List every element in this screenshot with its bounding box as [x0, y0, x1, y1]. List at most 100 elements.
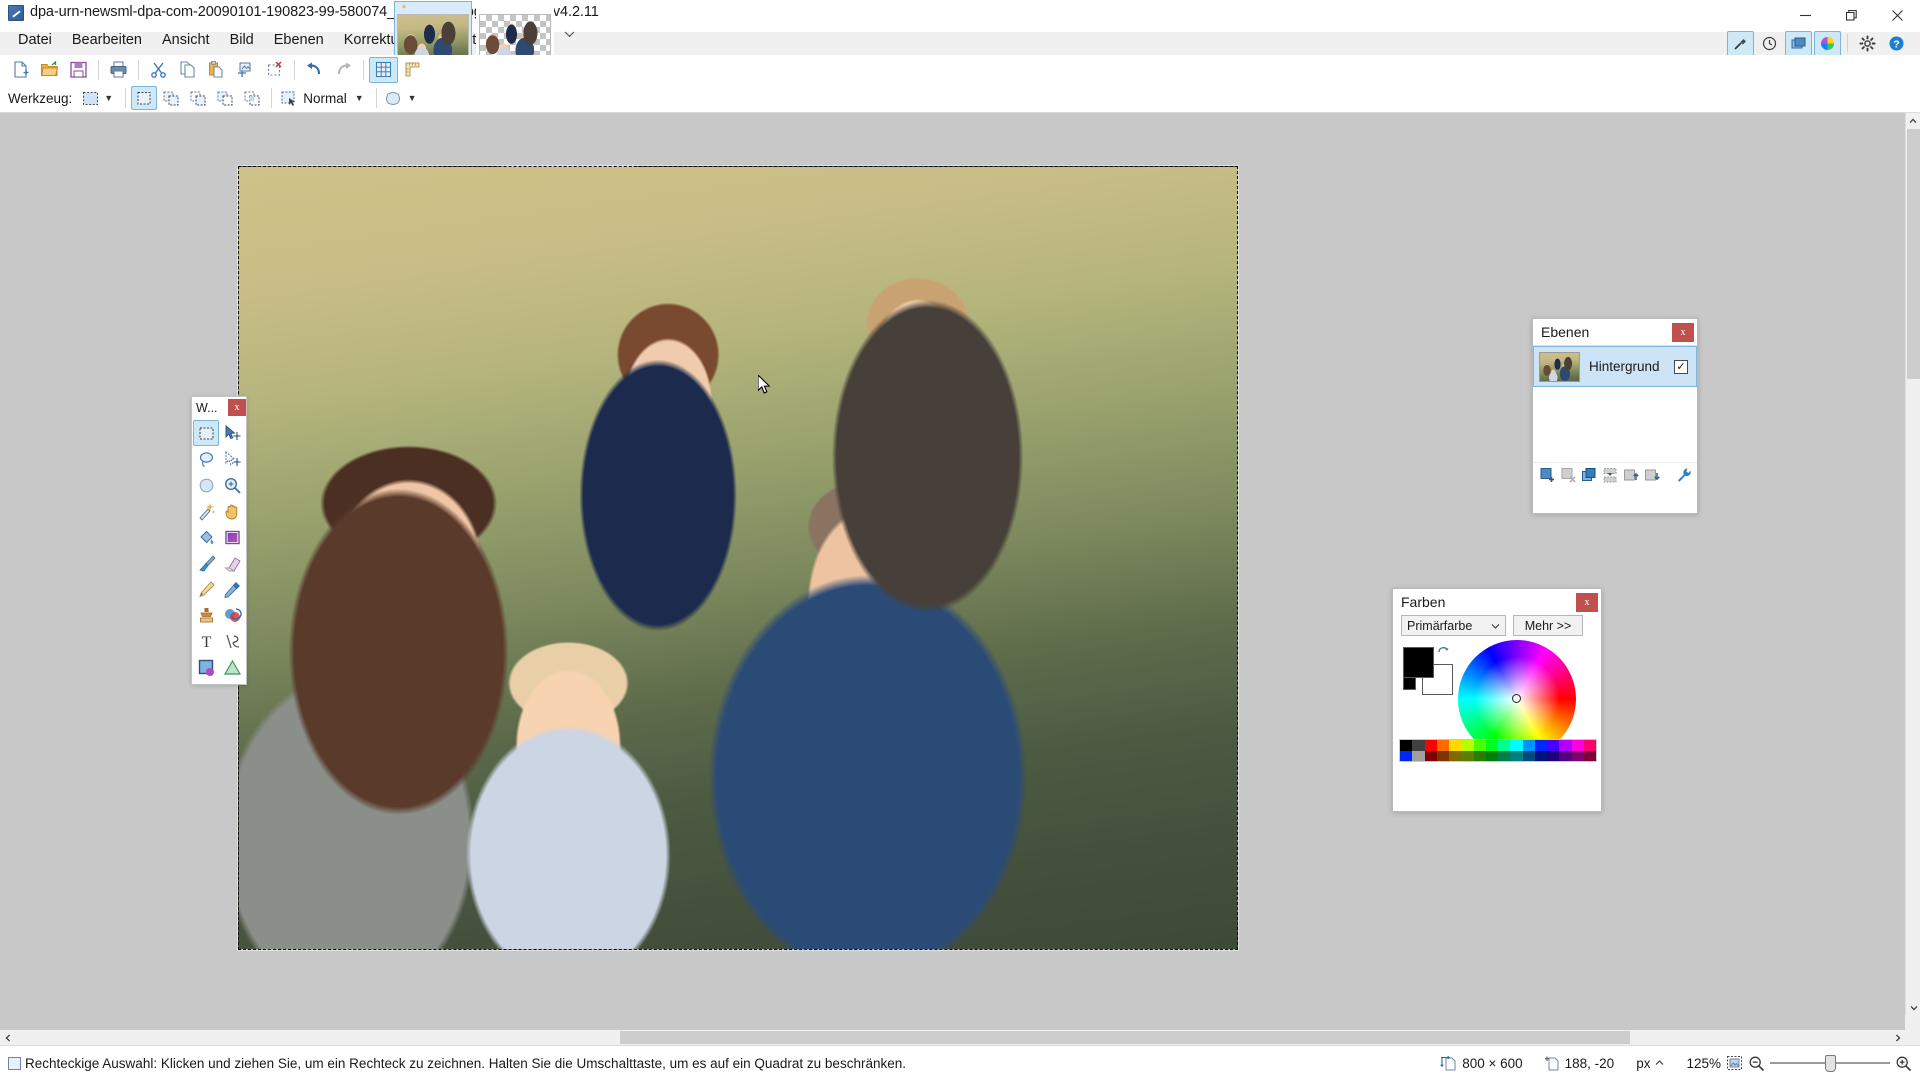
palette-swatch[interactable]	[1571, 750, 1584, 761]
tool-magic-wand[interactable]	[193, 498, 219, 524]
tool-rectangle-shape[interactable]	[193, 654, 219, 680]
palette-swatch[interactable]	[1449, 750, 1462, 761]
tools-panel-close-button[interactable]: x	[228, 399, 246, 416]
open-folder-icon[interactable]	[35, 57, 64, 83]
palette-swatch[interactable]	[1559, 740, 1572, 751]
fit-to-window-icon[interactable]	[1726, 1055, 1743, 1071]
move-layer-down-icon[interactable]	[1643, 467, 1660, 484]
vertical-scrollbar[interactable]	[1905, 113, 1920, 1015]
move-layer-up-icon[interactable]	[1622, 467, 1639, 484]
palette-swatch[interactable]	[1485, 740, 1498, 751]
tool-move-selected[interactable]	[219, 420, 245, 446]
maximize-button[interactable]	[1828, 0, 1874, 30]
tool-zoom[interactable]	[219, 472, 245, 498]
tools-panel-header[interactable]: W... x	[192, 397, 246, 418]
palette-swatch[interactable]	[1461, 750, 1474, 761]
menu-ansicht[interactable]: Ansicht	[152, 29, 220, 51]
zoom-in-icon[interactable]	[1895, 1055, 1912, 1072]
antialias-caret[interactable]: ▼	[408, 93, 417, 103]
more-colors-button[interactable]: Mehr >>	[1513, 615, 1583, 636]
palette-swatch[interactable]	[1583, 740, 1596, 751]
selection-mode-xor[interactable]	[212, 86, 238, 110]
palette-swatch[interactable]	[1498, 750, 1511, 761]
palette-row-1[interactable]	[1400, 740, 1596, 751]
tools-panel-toggle[interactable]	[1727, 30, 1754, 56]
delete-layer-icon[interactable]	[1559, 467, 1576, 484]
history-panel-toggle[interactable]	[1756, 31, 1783, 56]
canvas-image-with-selection[interactable]	[237, 165, 1239, 951]
menu-bild[interactable]: Bild	[220, 29, 264, 51]
palette-swatch[interactable]	[1559, 750, 1572, 761]
duplicate-layer-icon[interactable]	[1580, 467, 1597, 484]
tool-pencil[interactable]	[193, 576, 219, 602]
palette-swatch[interactable]	[1424, 750, 1437, 761]
help-button[interactable]: ?	[1883, 31, 1910, 56]
chevron-right-icon[interactable]	[1890, 1030, 1905, 1045]
copy-icon[interactable]	[173, 57, 202, 83]
wrench-icon[interactable]	[1675, 467, 1692, 484]
color-palette[interactable]	[1399, 739, 1597, 762]
palette-swatch[interactable]	[1473, 750, 1486, 761]
palette-swatch[interactable]	[1534, 740, 1547, 751]
menu-datei[interactable]: Datei	[8, 29, 62, 51]
minimize-button[interactable]	[1782, 0, 1828, 30]
selection-mode-intersect[interactable]	[239, 86, 265, 110]
tool-ellipse-select[interactable]	[193, 472, 219, 498]
palette-swatch[interactable]	[1522, 750, 1535, 761]
blend-mode-icon[interactable]	[277, 87, 301, 109]
palette-swatch[interactable]	[1412, 750, 1425, 761]
settings-button[interactable]	[1854, 31, 1881, 56]
colors-panel-close-button[interactable]: x	[1576, 592, 1598, 612]
colors-panel-toggle[interactable]	[1814, 30, 1841, 56]
tool-move-selection[interactable]	[219, 446, 245, 472]
palette-swatch[interactable]	[1547, 740, 1560, 751]
tool-recolor[interactable]	[219, 602, 245, 628]
chevron-left-icon[interactable]	[0, 1030, 15, 1045]
tools-panel[interactable]: W... x T	[191, 396, 247, 685]
layers-panel[interactable]: Ebenen x Hintergrund ✓	[1532, 318, 1698, 514]
tool-clone-stamp[interactable]	[193, 602, 219, 628]
palette-swatch[interactable]	[1571, 740, 1584, 751]
tool-paintbrush[interactable]	[193, 550, 219, 576]
crop-icon[interactable]	[231, 57, 260, 83]
deselect-icon[interactable]	[260, 57, 289, 83]
layer-visibility-checkbox[interactable]: ✓	[1674, 359, 1688, 374]
colors-panel-header[interactable]: Farben x	[1393, 589, 1601, 615]
chevron-up-icon[interactable]	[1655, 1060, 1664, 1066]
palette-swatch[interactable]	[1400, 750, 1413, 761]
zoom-out-icon[interactable]	[1748, 1055, 1765, 1072]
palette-swatch[interactable]	[1400, 740, 1413, 751]
palette-swatch[interactable]	[1436, 740, 1449, 751]
add-layer-icon[interactable]	[1538, 467, 1555, 484]
palette-swatch[interactable]	[1522, 740, 1535, 751]
tool-line-curve[interactable]	[219, 628, 245, 654]
tool-text[interactable]: T	[193, 628, 219, 654]
blend-mode-caret[interactable]: ▼	[355, 93, 364, 103]
grid-icon[interactable]	[369, 56, 398, 83]
ruler-icon[interactable]	[398, 57, 427, 83]
antialias-shape-icon[interactable]	[382, 87, 406, 109]
selection-mode-exclude[interactable]	[185, 86, 211, 110]
chevron-down-icon[interactable]	[1906, 1000, 1920, 1015]
redo-arrow-icon[interactable]	[329, 57, 358, 83]
active-tool-button[interactable]	[78, 87, 102, 109]
layers-panel-toggle[interactable]	[1785, 30, 1812, 56]
swap-colors-icon[interactable]	[1437, 644, 1449, 656]
palette-swatch[interactable]	[1473, 740, 1486, 751]
selection-mode-replace[interactable]	[131, 86, 158, 110]
tool-eraser[interactable]	[219, 550, 245, 576]
menu-bearbeiten[interactable]: Bearbeiten	[62, 29, 152, 51]
menu-ebenen[interactable]: Ebenen	[264, 29, 334, 51]
horizontal-scroll-thumb[interactable]	[620, 1031, 1630, 1044]
vertical-scroll-thumb[interactable]	[1907, 129, 1920, 379]
palette-swatch[interactable]	[1485, 750, 1498, 761]
palette-swatch[interactable]	[1510, 750, 1523, 761]
canvas-area[interactable]	[0, 113, 1905, 1030]
color-mode-select[interactable]: Primärfarbe	[1401, 615, 1506, 636]
printer-icon[interactable]	[104, 57, 133, 83]
tool-pan[interactable]	[219, 498, 245, 524]
palette-swatch[interactable]	[1412, 740, 1425, 751]
tool-shapes[interactable]	[219, 654, 245, 680]
layers-panel-close-button[interactable]: x	[1672, 322, 1694, 342]
merge-down-icon[interactable]	[1601, 467, 1618, 484]
